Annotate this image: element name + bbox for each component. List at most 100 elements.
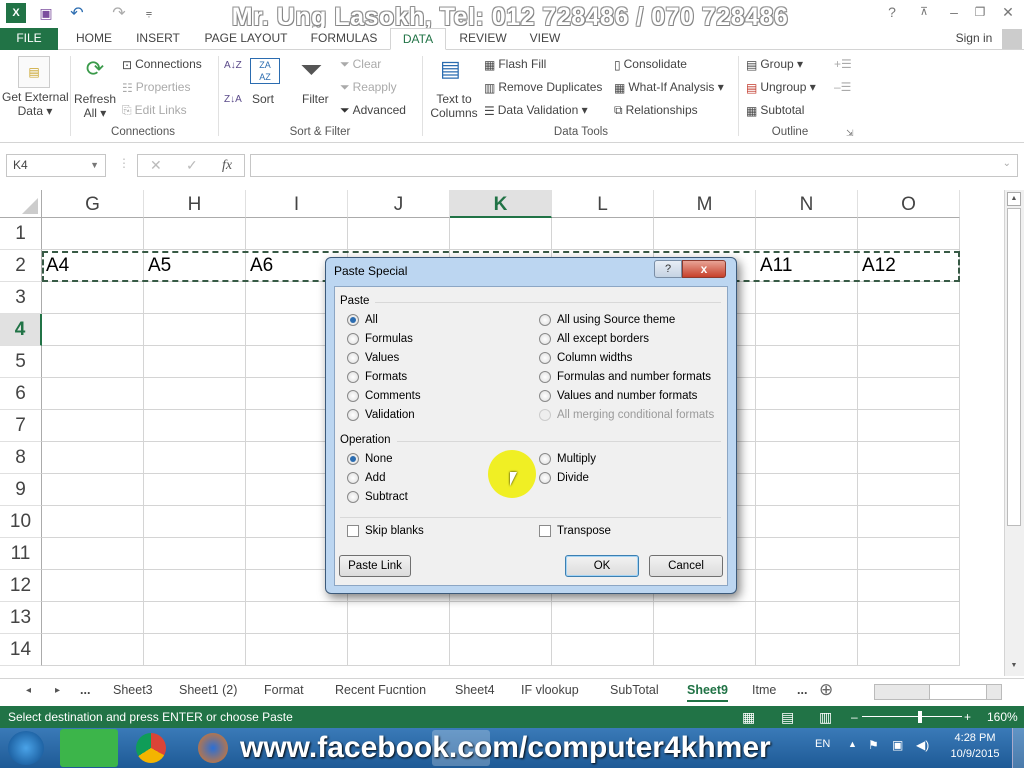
tab-file[interactable]: FILE <box>0 28 58 50</box>
cell-h5[interactable] <box>144 346 246 378</box>
name-box[interactable]: K4 ▼ <box>6 154 106 177</box>
cell-n14[interactable] <box>756 634 858 666</box>
cell-o14[interactable] <box>858 634 960 666</box>
reapply-button[interactable]: ⏷ Reapply <box>340 80 397 95</box>
radio-add[interactable]: Add <box>347 472 385 484</box>
sheet-tab[interactable]: Recent Fucntion <box>335 683 426 697</box>
cell-h10[interactable] <box>144 506 246 538</box>
cell-o10[interactable] <box>858 506 960 538</box>
sheet-tab[interactable]: Sheet1 (2) <box>179 683 237 697</box>
redo-icon[interactable]: ↷ <box>108 3 130 23</box>
cancel-button[interactable]: Cancel <box>649 555 723 577</box>
cell-k13[interactable] <box>450 602 552 634</box>
sheet-tab[interactable]: Sheet4 <box>455 683 495 697</box>
cell-n5[interactable] <box>756 346 858 378</box>
radio-divide[interactable]: Divide <box>539 472 589 484</box>
start-button-icon[interactable] <box>8 731 44 765</box>
radio-comments[interactable]: Comments <box>347 390 421 402</box>
cell-n10[interactable] <box>756 506 858 538</box>
network-icon[interactable]: ▣ <box>892 738 903 752</box>
show-desktop-button[interactable] <box>1012 728 1024 768</box>
radio-all-using-source-theme[interactable]: All using Source theme <box>539 314 675 326</box>
cell-h11[interactable] <box>144 538 246 570</box>
row-header-1[interactable]: 1 <box>0 218 42 250</box>
cell-l1[interactable] <box>552 218 654 250</box>
ribbon-display-icon[interactable]: ⊼ <box>910 2 938 22</box>
cell-o3[interactable] <box>858 282 960 314</box>
language-indicator[interactable]: EN <box>815 738 830 750</box>
cell-o9[interactable] <box>858 474 960 506</box>
radio-button[interactable] <box>539 453 551 465</box>
cell-h3[interactable] <box>144 282 246 314</box>
row-header-6[interactable]: 6 <box>0 378 42 410</box>
radio-button[interactable] <box>539 333 551 345</box>
radio-button[interactable] <box>347 333 359 345</box>
vertical-scrollbar[interactable]: ▲ ▼ <box>1004 190 1024 676</box>
cell-h8[interactable] <box>144 442 246 474</box>
remove-duplicates-button[interactable]: ▥ Remove Duplicates <box>484 80 602 95</box>
cell-h7[interactable] <box>144 410 246 442</box>
more-sheets-right[interactable]: ... <box>797 683 807 697</box>
cell-o6[interactable] <box>858 378 960 410</box>
zoom-level[interactable]: 160% <box>987 706 1018 728</box>
cell-g9[interactable] <box>42 474 144 506</box>
cell-j14[interactable] <box>348 634 450 666</box>
cell-n4[interactable] <box>756 314 858 346</box>
radio-button[interactable] <box>539 390 551 402</box>
select-all-corner[interactable] <box>0 190 42 218</box>
page-break-view-icon[interactable]: ▥ <box>819 706 832 728</box>
cell-h14[interactable] <box>144 634 246 666</box>
radio-none[interactable]: None <box>347 453 393 465</box>
cell-g14[interactable] <box>42 634 144 666</box>
sort-z-a-button[interactable]: Z↓A <box>224 94 242 105</box>
radio-subtract[interactable]: Subtract <box>347 491 408 503</box>
horizontal-scroll-thumb[interactable] <box>929 685 987 699</box>
column-header-h[interactable]: H <box>144 190 246 218</box>
cell-o13[interactable] <box>858 602 960 634</box>
hide-detail-icon[interactable]: –☰ <box>834 80 851 94</box>
tab-insert[interactable]: INSERT <box>130 28 186 50</box>
cancel-entry-icon[interactable]: ✕ <box>150 157 162 174</box>
next-sheet-icon[interactable]: ▸ <box>55 685 60 696</box>
cell-l13[interactable] <box>552 602 654 634</box>
cell-n7[interactable] <box>756 410 858 442</box>
maximize-icon[interactable]: ❐ <box>966 2 994 22</box>
cell-g3[interactable] <box>42 282 144 314</box>
radio-button[interactable] <box>347 491 359 503</box>
row-header-13[interactable]: 13 <box>0 602 42 634</box>
cell-m1[interactable] <box>654 218 756 250</box>
edit-links-button[interactable]: ⎘ Edit Links <box>122 103 187 118</box>
radio-button[interactable] <box>347 472 359 484</box>
cell-o7[interactable] <box>858 410 960 442</box>
scroll-up-icon[interactable]: ▲ <box>1007 192 1021 206</box>
column-header-k[interactable]: K <box>450 190 552 218</box>
row-header-9[interactable]: 9 <box>0 474 42 506</box>
column-header-j[interactable]: J <box>348 190 450 218</box>
tab-home[interactable]: HOME <box>66 28 122 50</box>
cell-n1[interactable] <box>756 218 858 250</box>
radio-button[interactable] <box>539 409 551 421</box>
transpose-box[interactable] <box>539 525 551 537</box>
cell-o11[interactable] <box>858 538 960 570</box>
cell-o8[interactable] <box>858 442 960 474</box>
sort-a-z-button[interactable]: A↓Z <box>224 60 242 71</box>
zoom-slider[interactable] <box>862 716 962 717</box>
cell-o12[interactable] <box>858 570 960 602</box>
cell-n11[interactable] <box>756 538 858 570</box>
name-box-dropdown-icon[interactable]: ▼ <box>90 155 99 176</box>
radio-button[interactable] <box>539 352 551 364</box>
cell-h9[interactable] <box>144 474 246 506</box>
cell-o4[interactable] <box>858 314 960 346</box>
clear-filter-button[interactable]: ⏷ Clear <box>340 57 381 72</box>
radio-multiply[interactable]: Multiply <box>539 453 596 465</box>
radio-button[interactable] <box>347 314 359 326</box>
column-header-l[interactable]: L <box>552 190 654 218</box>
cell-g10[interactable] <box>42 506 144 538</box>
cell-h6[interactable] <box>144 378 246 410</box>
row-header-3[interactable]: 3 <box>0 282 42 314</box>
cell-g13[interactable] <box>42 602 144 634</box>
consolidate-button[interactable]: ▯ Consolidate <box>614 57 687 72</box>
radio-all-except-borders[interactable]: All except borders <box>539 333 649 345</box>
expand-formula-bar-icon[interactable]: ⌄ <box>1003 158 1011 169</box>
cell-n12[interactable] <box>756 570 858 602</box>
